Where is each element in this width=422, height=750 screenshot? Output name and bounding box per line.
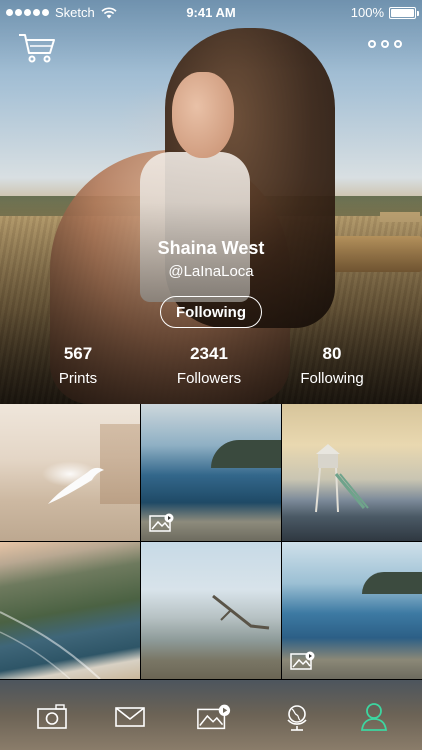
- mail-icon: [115, 707, 145, 727]
- tab-messages[interactable]: [112, 702, 148, 732]
- tab-explore[interactable]: [280, 702, 316, 732]
- cart-button[interactable]: [18, 32, 56, 64]
- tile-hill: [211, 440, 281, 468]
- stat-following[interactable]: 80 Following: [262, 344, 402, 387]
- status-bar: Sketch 9:41 AM 100%: [0, 0, 422, 26]
- camera-icon: [37, 704, 67, 729]
- tab-bar: [0, 680, 422, 750]
- gallery-badge-icon: [149, 513, 174, 532]
- cart-icon: [19, 34, 55, 63]
- photo-tile-aerial-coast[interactable]: [0, 542, 140, 679]
- globe-icon: [287, 705, 307, 731]
- following-button[interactable]: Following: [160, 296, 262, 328]
- photo-tile-lifeguard-tower[interactable]: [282, 404, 422, 541]
- tile-hill: [362, 572, 422, 594]
- tab-camera[interactable]: [34, 702, 70, 732]
- stat-label: Prints: [58, 370, 98, 387]
- tab-profile[interactable]: [356, 702, 392, 732]
- gallery-badge-icon: [290, 651, 315, 670]
- photo-tile-estuary-2[interactable]: [282, 542, 422, 679]
- lifeguard-tower-shape: [315, 444, 369, 513]
- photo-tile-seagull[interactable]: [0, 404, 140, 541]
- more-dots-icon: [381, 40, 389, 48]
- status-right: 100%: [350, 5, 419, 20]
- battery-icon: [389, 6, 419, 19]
- stat-followers[interactable]: 2341 Followers: [139, 344, 279, 387]
- more-button[interactable]: [368, 36, 404, 52]
- tab-gallery[interactable]: [196, 702, 232, 732]
- driftwood-shape: [212, 594, 270, 630]
- stat-label: Following: [300, 370, 364, 387]
- stat-label: Followers: [176, 370, 242, 387]
- battery-percent: 100%: [350, 5, 384, 20]
- photo-tile-driftwood[interactable]: [141, 542, 281, 679]
- photo-tile-estuary[interactable]: [141, 404, 281, 541]
- seagull-shape: [48, 467, 104, 504]
- profile-icon: [360, 703, 388, 731]
- photo-grid: [0, 404, 422, 680]
- stat-value: 567: [63, 344, 93, 363]
- profile-stats: 567 Prints 2341 Followers 80 Following: [0, 344, 422, 392]
- stat-value: 80: [322, 344, 342, 363]
- wave-lines: [0, 611, 101, 679]
- stat-value: 2341: [190, 344, 228, 363]
- more-dots-icon: [368, 40, 376, 48]
- more-dots-icon: [394, 40, 402, 48]
- stat-prints[interactable]: 567 Prints: [8, 344, 148, 387]
- gallery-icon: [197, 704, 231, 730]
- profile-handle: @LaInaLoca: [168, 263, 254, 280]
- profile-name: Shaina West: [157, 238, 265, 258]
